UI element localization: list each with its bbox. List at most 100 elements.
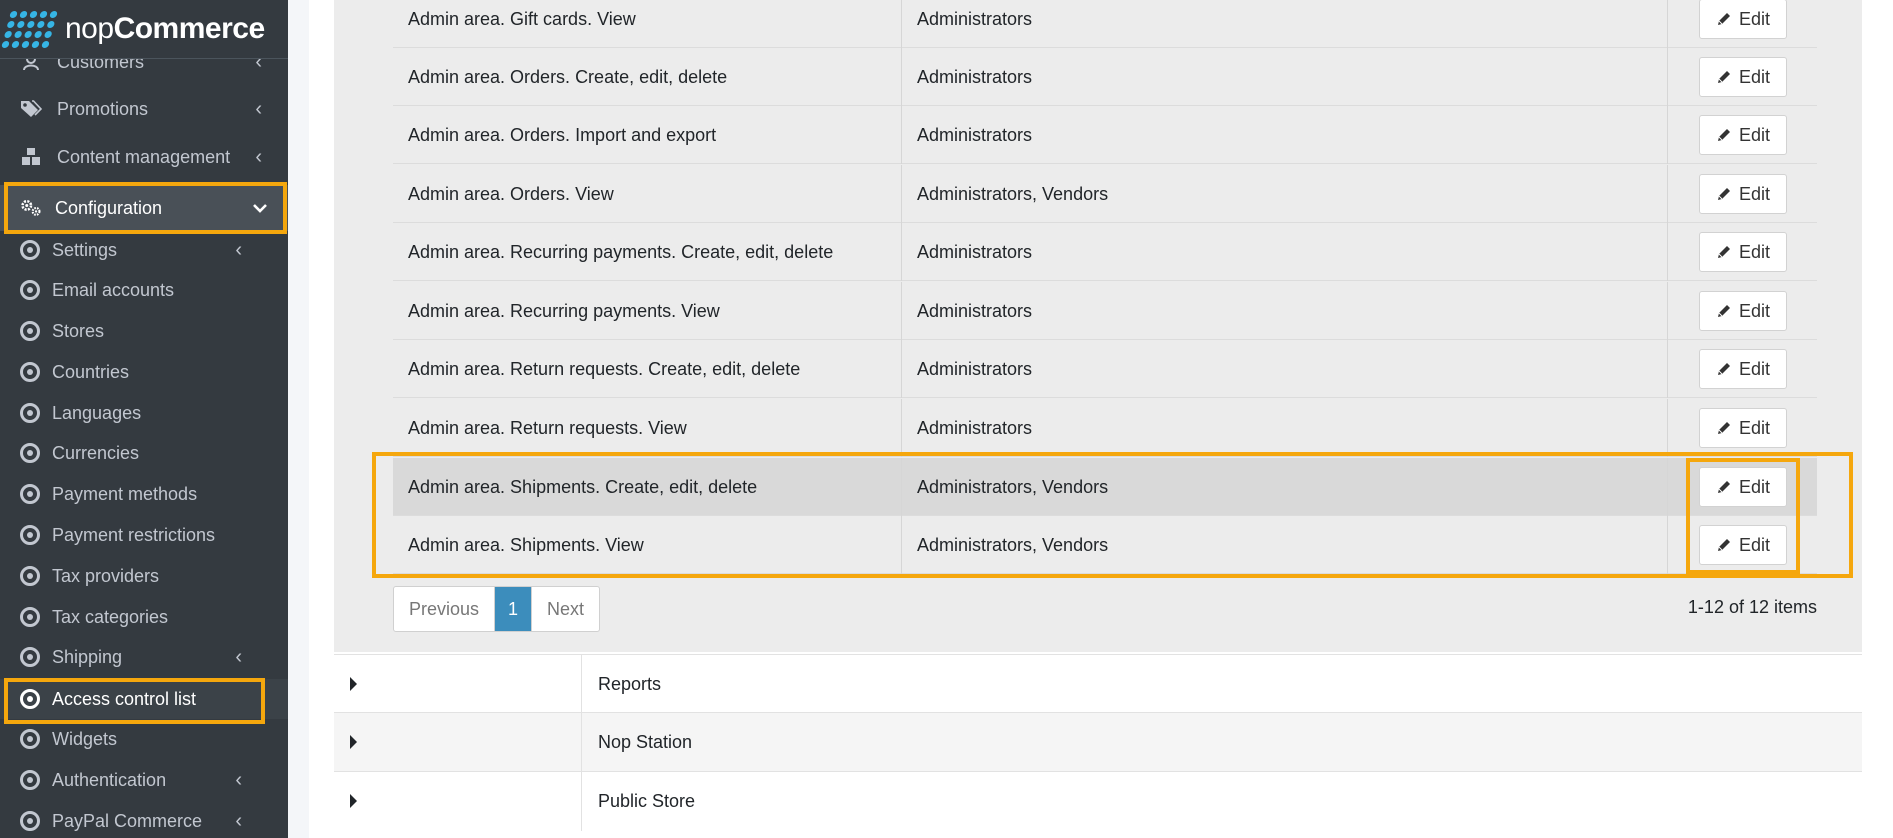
table-row: Admin area. Orders. Import and export Ad… (393, 106, 1817, 164)
items-count: 1-12 of 12 items (1687, 597, 1817, 617)
sidebar-item-widgets[interactable]: Widgets (0, 720, 288, 758)
customer-roles: Administrators (917, 301, 1033, 321)
permission-name: Admin area. Recurring payments. Create, … (408, 242, 834, 262)
sidebar-item-languages[interactable]: Languages (0, 394, 288, 432)
pencil-icon (1717, 246, 1730, 258)
circle-icon (20, 484, 40, 504)
permission-name: Admin area. Shipments. Create, edit, del… (408, 477, 758, 497)
sidebar-item-configuration[interactable]: Configuration (0, 185, 288, 231)
edit-button[interactable]: Edit (1699, 525, 1787, 565)
circle-icon (20, 321, 40, 341)
pencil-icon (1717, 422, 1730, 434)
edit-button[interactable]: Edit (1699, 174, 1787, 214)
circle-icon (20, 566, 40, 586)
edit-button[interactable]: Edit (1699, 232, 1787, 272)
next-page-button[interactable]: Next (532, 587, 599, 631)
sidebar-item-settings[interactable]: Settings ‹ (0, 231, 288, 269)
pencil-icon (1717, 481, 1730, 493)
edit-button[interactable]: Edit (1699, 467, 1787, 507)
sidebar-item-countries[interactable]: Countries (0, 353, 288, 391)
pencil-icon (1717, 363, 1730, 375)
customer-roles: Administrators (917, 9, 1033, 29)
sidebar-item-label: Content management (57, 146, 231, 167)
circle-icon (20, 689, 40, 709)
customer-roles: Administrators, Vendors (917, 184, 1109, 204)
accordion-row-public-store[interactable]: Public Store (334, 771, 1862, 831)
sidebar-item-promotions[interactable]: Promotions ‹ (0, 89, 288, 129)
sidebar-item-label: Stores (52, 320, 105, 341)
sidebar-item-currencies[interactable]: Currencies (0, 434, 288, 472)
previous-page-button[interactable]: Previous (394, 587, 496, 631)
chevron-left-icon: ‹ (235, 645, 242, 668)
sidebar-item-label: Payment restrictions (52, 524, 216, 545)
sidebar-item-payment-methods[interactable]: Payment methods (0, 475, 288, 513)
table-row: Admin area. Gift cards. View Administrat… (393, 0, 1817, 48)
sidebar-item-label: Configuration (55, 197, 163, 218)
brand-logo[interactable]: nopCommerce (0, 0, 288, 59)
sidebar-item-access-control-list[interactable]: Access control list (0, 679, 288, 719)
circle-icon (20, 811, 40, 831)
edit-button[interactable]: Edit (1699, 115, 1787, 155)
edit-button[interactable]: Edit (1699, 349, 1787, 389)
permission-name: Admin area. Return requests. Create, edi… (408, 359, 801, 379)
caret-right-icon[interactable] (350, 677, 357, 691)
chevron-down-icon (252, 197, 268, 220)
circle-icon (20, 729, 40, 749)
customer-roles: Administrators (917, 125, 1033, 145)
circle-icon (20, 770, 40, 790)
sidebar-item-payment-restrictions[interactable]: Payment restrictions (0, 516, 288, 554)
chevron-left-icon: ‹ (235, 238, 242, 261)
accordion-row-nop-station[interactable]: Nop Station (334, 712, 1862, 772)
permission-name: Admin area. Orders. Import and export (408, 125, 717, 145)
sidebar-item-label: PayPal Commerce (52, 810, 203, 831)
group-label: Nop Station (598, 732, 693, 752)
pencil-icon (1717, 539, 1730, 551)
sidebar-item-label: Access control list (52, 688, 197, 709)
table-row: Admin area. Shipments. Create, edit, del… (393, 458, 1817, 516)
circle-icon (20, 525, 40, 545)
sidebar: Customers ‹ Promotions ‹ Content managem… (0, 0, 288, 838)
sidebar-item-email-accounts[interactable]: Email accounts (0, 271, 288, 309)
circle-icon (20, 647, 40, 667)
sidebar-item-label: Countries (52, 361, 130, 382)
table-row: Admin area. Recurring payments. Create, … (393, 223, 1817, 281)
circle-icon (20, 280, 40, 300)
circle-icon (20, 362, 40, 382)
circle-icon (20, 607, 40, 627)
group-label: Public Store (598, 791, 696, 811)
customer-roles: Administrators (917, 359, 1033, 379)
sidebar-item-label: Shipping (52, 646, 123, 667)
sidebar-item-shipping[interactable]: Shipping ‹ (0, 638, 288, 676)
edit-button[interactable]: Edit (1699, 0, 1787, 39)
sidebar-item-content-management[interactable]: Content management ‹ (0, 137, 288, 177)
sidebar-item-label: Languages (52, 402, 142, 423)
permission-name: Admin area. Gift cards. View (408, 9, 636, 29)
sidebar-item-label: Email accounts (52, 279, 175, 300)
edit-button[interactable]: Edit (1699, 57, 1787, 97)
brand-name: nopCommerce (65, 12, 265, 45)
customer-roles: Administrators (917, 418, 1033, 438)
sidebar-item-label: Currencies (52, 442, 140, 463)
permission-name: Admin area. Recurring payments. View (408, 301, 720, 321)
sidebar-item-label: Payment methods (52, 483, 198, 504)
sidebar-item-authentication[interactable]: Authentication ‹ (0, 761, 288, 799)
caret-right-icon[interactable] (350, 735, 357, 749)
sidebar-item-tax-categories[interactable]: Tax categories (0, 598, 288, 636)
page-1-button[interactable]: 1 (495, 587, 533, 631)
edit-button[interactable]: Edit (1699, 291, 1787, 331)
permission-name: Admin area. Shipments. View (408, 535, 644, 555)
sidebar-item-stores[interactable]: Stores (0, 312, 288, 350)
accordion-row-reports[interactable]: Reports (334, 654, 1862, 714)
sidebar-item-paypal-commerce[interactable]: PayPal Commerce ‹ (0, 802, 288, 838)
pencil-icon (1717, 129, 1730, 141)
caret-right-icon[interactable] (350, 794, 357, 808)
circle-icon (20, 240, 40, 260)
edit-button[interactable]: Edit (1699, 408, 1787, 448)
pencil-icon (1717, 305, 1730, 317)
logo-dots-icon (1, 10, 58, 48)
sidebar-item-tax-providers[interactable]: Tax providers (0, 557, 288, 595)
permission-name: Admin area. Orders. Create, edit, delete (408, 67, 728, 87)
circle-icon (20, 443, 40, 463)
circle-icon (20, 403, 40, 423)
sidebar-item-label: Settings (52, 239, 118, 260)
